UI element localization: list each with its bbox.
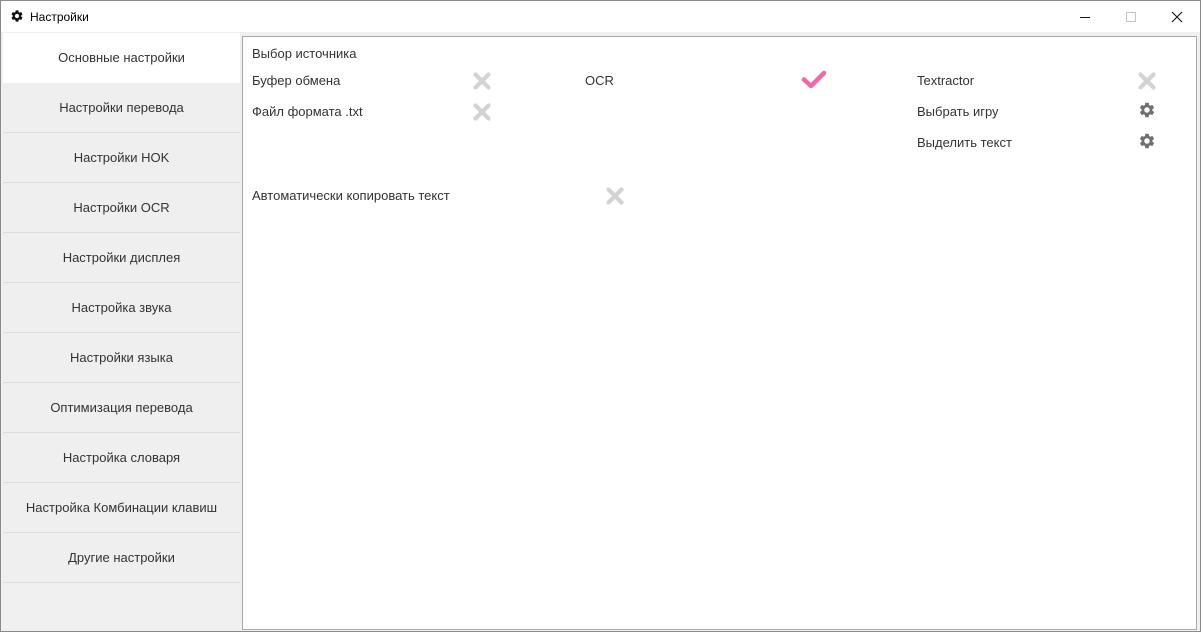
select-text-button[interactable] [1138,132,1156,150]
sidebar-item-general[interactable]: Основные настройки [3,33,240,83]
maximize-icon [1125,11,1137,23]
sidebar-item-other[interactable]: Другие настройки [3,533,240,583]
textractor-label: Textractor [917,73,975,88]
x-icon [472,71,492,91]
auto-copy-toggle[interactable] [605,186,625,206]
x-icon [1137,71,1157,91]
sidebar-item-label: Оптимизация перевода [50,400,193,415]
sidebar-item-dictionary[interactable]: Настройка словаря [3,433,240,483]
settings-sidebar: Основные настройки Настройки перевода На… [3,33,241,583]
sidebar-item-hotkeys[interactable]: Настройка Комбинации клавиш [3,483,240,533]
textractor-toggle[interactable] [1137,71,1157,91]
sidebar-item-label: Настройки перевода [59,100,184,115]
sidebar-item-label: Настройка словаря [62,450,181,465]
window-title: Настройки [30,10,89,24]
sidebar-item-display[interactable]: Настройки дисплея [3,233,240,283]
sidebar-item-ocr[interactable]: Настройки OCR [3,183,240,233]
sidebar-item-label: Основные настройки [58,50,185,65]
settings-content-panel: Выбор источника Буфер обмена Файл формат… [242,36,1197,630]
sidebar-item-label: Настройки HOK [73,150,170,165]
sidebar-item-label: Настройки языка [70,350,173,365]
sidebar-item-language[interactable]: Настройки языка [3,333,240,383]
ocr-label: OCR [585,73,614,88]
sidebar-item-translation[interactable]: Настройки перевода [3,83,240,133]
clipboard-toggle[interactable] [472,71,492,91]
select-text-label: Выделить текст [917,135,1012,150]
maximize-button[interactable] [1108,1,1154,32]
x-icon [605,186,625,206]
x-icon [472,102,492,122]
section-title: Выбор источника [252,46,357,61]
gear-icon [1138,101,1156,119]
minimize-button[interactable] [1062,1,1108,32]
sidebar-item-label: Настройка звука [71,300,172,315]
select-game-label: Выбрать игру [917,104,999,119]
gear-icon [1138,132,1156,150]
txt-file-toggle[interactable] [472,102,492,122]
ocr-toggle[interactable] [801,68,827,92]
clipboard-label: Буфер обмена [252,73,341,88]
check-icon [801,68,827,92]
settings-window: Настройки Основные настройки Настройки п… [0,0,1201,632]
close-icon [1171,11,1183,23]
sidebar-item-label: Настройки OCR [73,200,170,215]
sidebar-item-label: Настройки дисплея [62,250,181,265]
sidebar-item-optimization[interactable]: Оптимизация перевода [3,383,240,433]
select-game-button[interactable] [1138,101,1156,119]
gear-icon [10,9,24,23]
auto-copy-label: Автоматически копировать текст [252,188,450,203]
sidebar-item-sound[interactable]: Настройка звука [3,283,240,333]
sidebar-item-label: Настройка Комбинации клавиш [25,500,218,515]
minimize-icon [1079,11,1091,23]
txt-file-label: Файл формата .txt [252,104,363,119]
title-bar[interactable]: Настройки [1,1,1200,32]
sidebar-item-label: Другие настройки [68,550,175,565]
sidebar-item-hok[interactable]: Настройки HOK [3,133,240,183]
close-button[interactable] [1154,1,1200,32]
